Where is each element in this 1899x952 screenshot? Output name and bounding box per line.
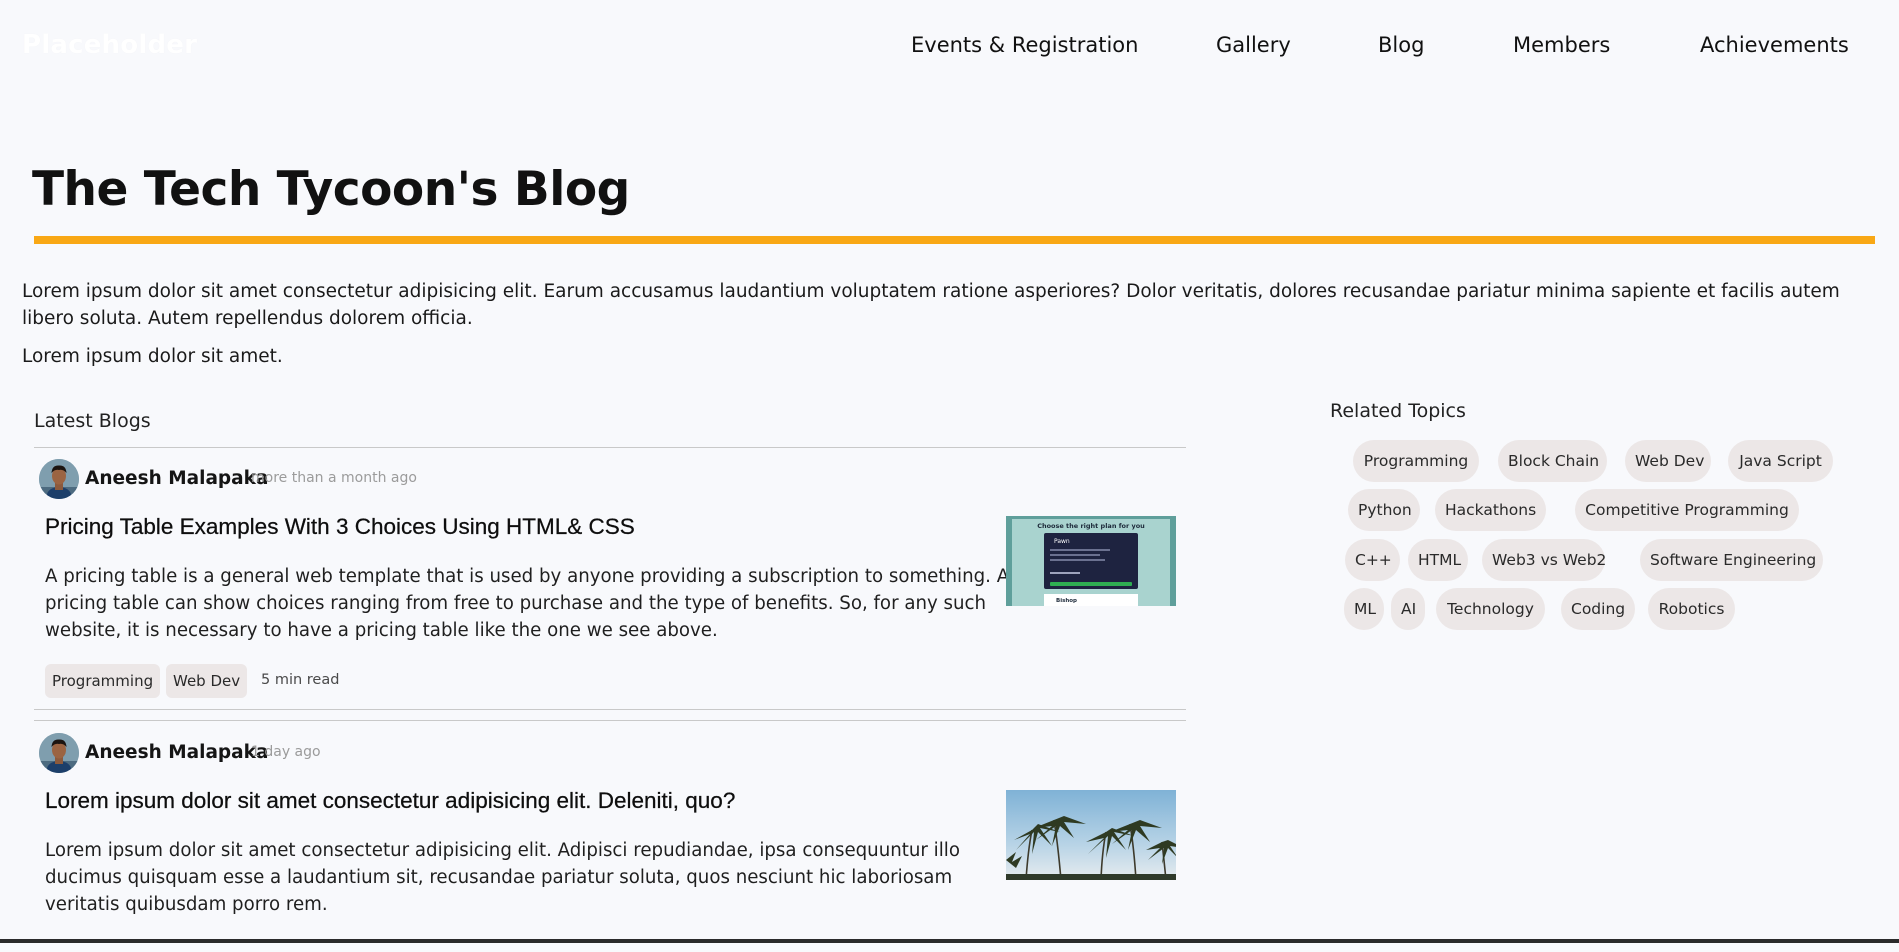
avatar-image [39, 733, 79, 773]
window-bottom-edge [0, 939, 1899, 943]
topic-chip[interactable]: Software Engineering [1640, 539, 1823, 581]
pricing-table-image: Choose the right plan for you Pawn Bisho… [1006, 516, 1176, 606]
author-name[interactable]: Aneesh Malapaka [85, 742, 268, 763]
topic-chip[interactable]: Java Script [1728, 440, 1833, 482]
author-avatar[interactable] [39, 733, 79, 773]
topic-chip[interactable]: Robotics [1648, 588, 1735, 630]
blog-excerpt: Lorem ipsum dolor sit amet consectetur a… [45, 840, 960, 915]
topic-chip[interactable]: Hackathons [1435, 489, 1546, 531]
blog-title[interactable]: Pricing Table Examples With 3 Choices Us… [45, 514, 635, 540]
blog-thumbnail[interactable]: Choose the right plan for you Pawn Bisho… [1006, 516, 1176, 606]
divider [34, 709, 1186, 710]
thumb-text: Pawn [1054, 538, 1070, 545]
topic-chip[interactable]: Block Chain [1498, 440, 1607, 482]
post-time: more than a month ago [251, 470, 417, 486]
site-logo[interactable]: Placeholder [22, 30, 197, 60]
topic-chip[interactable]: Programming [1353, 440, 1479, 482]
thumb-text: Bishop [1056, 598, 1077, 604]
blog-title[interactable]: Lorem ipsum dolor sit amet consectetur a… [45, 788, 736, 814]
tag-chip[interactable]: Web Dev [166, 664, 248, 698]
blog-card[interactable]: Aneesh Malapaka more than a month ago Pr… [34, 448, 1186, 710]
avatar-image [39, 459, 79, 499]
topic-chip[interactable]: Technology [1436, 588, 1545, 630]
read-time: 5 min read [261, 672, 340, 688]
topic-chip[interactable]: Web3 vs Web2 [1482, 539, 1606, 581]
topic-chip[interactable]: AI [1391, 588, 1425, 630]
post-time: 1 day ago [251, 744, 321, 760]
topic-chip[interactable]: Web Dev [1625, 440, 1711, 482]
latest-blogs-heading: Latest Blogs [34, 410, 151, 432]
related-topics-heading: Related Topics [1330, 400, 1466, 422]
blog-excerpt: A pricing table is a general web templat… [45, 566, 1010, 641]
topic-chip[interactable]: ML [1344, 588, 1384, 630]
nav-achievements[interactable]: Achievements [1700, 33, 1849, 57]
site-header: Placeholder Events & Registration Galler… [0, 0, 1899, 95]
title-underline [34, 236, 1875, 244]
page-title: The Tech Tycoon's Blog [32, 162, 630, 217]
topic-chip[interactable]: Python [1348, 489, 1420, 531]
nav-blog[interactable]: Blog [1378, 33, 1424, 57]
intro-paragraph: Lorem ipsum dolor sit amet consectetur a… [22, 281, 1840, 329]
author-name[interactable]: Aneesh Malapaka [85, 468, 268, 489]
thumb-text: Choose the right plan for you [1037, 522, 1145, 530]
topic-chip[interactable]: Coding [1561, 588, 1635, 630]
topic-chip[interactable]: HTML [1408, 539, 1468, 581]
topic-chip[interactable]: Competitive Programming [1575, 489, 1799, 531]
nav-events-registration[interactable]: Events & Registration [911, 33, 1138, 57]
topic-chip[interactable]: C++ [1345, 539, 1400, 581]
blog-card[interactable]: Aneesh Malapaka 1 day ago Lorem ipsum do… [34, 722, 1186, 952]
blog-thumbnail[interactable] [1006, 790, 1176, 880]
palm-trees-image [1006, 790, 1176, 880]
tag-chip[interactable]: Programming [45, 664, 161, 698]
intro-paragraph-2: Lorem ipsum dolor sit amet. [22, 346, 283, 367]
nav-members[interactable]: Members [1513, 33, 1610, 57]
nav-gallery[interactable]: Gallery [1216, 33, 1291, 57]
author-avatar[interactable] [39, 459, 79, 499]
divider [34, 720, 1186, 721]
